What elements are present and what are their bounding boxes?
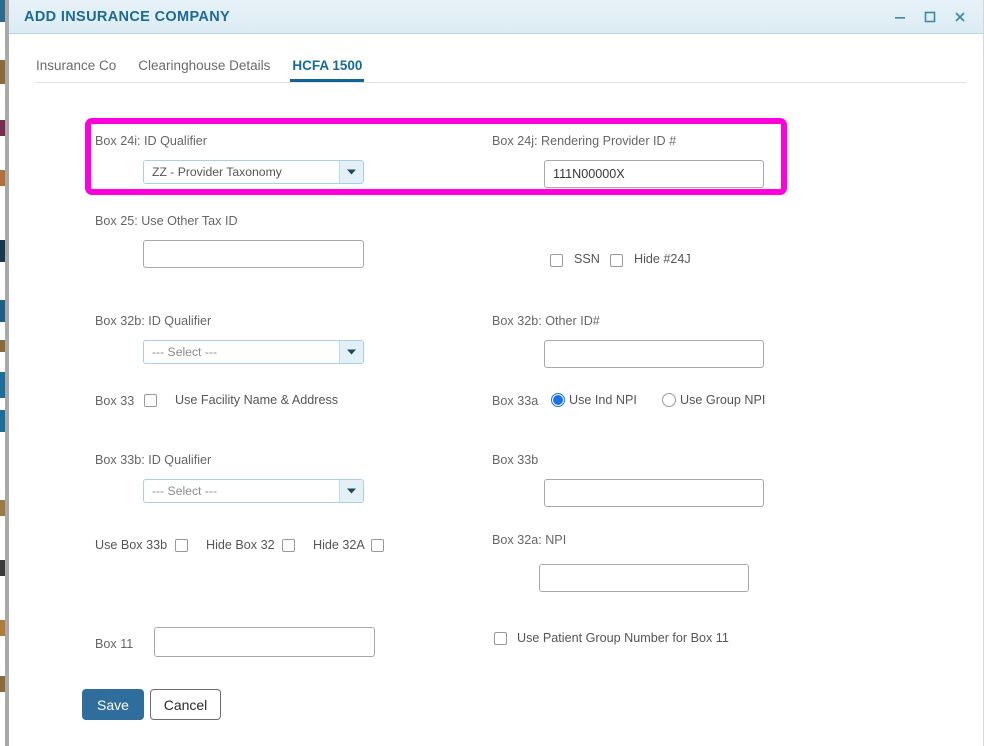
select-box-32b-qualifier[interactable]: --- Select --- bbox=[143, 340, 364, 364]
radio-use-group-npi[interactable] bbox=[662, 393, 676, 407]
label-box-25: Box 25: Use Other Tax ID bbox=[95, 214, 238, 228]
add-insurance-company-dialog: ADD INSURANCE COMPANY Insurance Co Clear… bbox=[9, 0, 984, 746]
label-hide-box-32: Hide Box 32 bbox=[206, 538, 275, 552]
input-box-32b-other-id[interactable] bbox=[544, 340, 764, 368]
select-box-32b-value: --- Select --- bbox=[144, 345, 339, 359]
chevron-down-icon bbox=[339, 480, 363, 502]
checkbox-hide-32a[interactable] bbox=[371, 539, 384, 552]
label-use-patient-group-number: Use Patient Group Number for Box 11 bbox=[517, 631, 729, 645]
tab-bar: Insurance Co Clearinghouse Details HCFA … bbox=[9, 34, 983, 83]
chevron-down-icon bbox=[339, 161, 363, 183]
label-box-33a: Box 33a bbox=[492, 394, 538, 408]
label-ssn: SSN bbox=[574, 252, 600, 266]
label-box-33b: Box 33b bbox=[492, 453, 538, 467]
minimize-icon[interactable] bbox=[885, 2, 915, 32]
checkbox-use-patient-group-number[interactable] bbox=[494, 632, 507, 645]
input-box-11[interactable] bbox=[154, 627, 375, 657]
input-box-24j-rendering-provider-id[interactable] bbox=[544, 160, 764, 188]
title-bar: ADD INSURANCE COMPANY bbox=[9, 0, 983, 34]
select-box-24i-value: ZZ - Provider Taxonomy bbox=[144, 165, 339, 179]
tab-clearinghouse-details[interactable]: Clearinghouse Details bbox=[127, 58, 281, 83]
label-box-24i: Box 24i: ID Qualifier bbox=[95, 134, 207, 148]
label-box-11: Box 11 bbox=[95, 637, 133, 651]
label-hide-24j: Hide #24J bbox=[634, 252, 691, 266]
checkbox-use-facility-name-address[interactable] bbox=[144, 394, 157, 407]
label-use-group-npi[interactable]: Use Group NPI bbox=[680, 393, 765, 407]
select-box-33b-value: --- Select --- bbox=[144, 484, 339, 498]
label-box-24j: Box 24j: Rendering Provider ID # bbox=[492, 134, 676, 148]
maximize-icon[interactable] bbox=[915, 2, 945, 32]
select-box-33b-qualifier[interactable]: --- Select --- bbox=[143, 479, 364, 503]
hcfa-1500-form: Box 24i: ID Qualifier ZZ - Provider Taxo… bbox=[9, 83, 983, 746]
tab-insurance-co[interactable]: Insurance Co bbox=[25, 58, 127, 83]
label-use-facility-name-address: Use Facility Name & Address bbox=[175, 393, 338, 407]
select-box-24i-qualifier[interactable]: ZZ - Provider Taxonomy bbox=[143, 160, 364, 184]
checkbox-use-box-33b[interactable] bbox=[175, 539, 188, 552]
label-box-32a-npi: Box 32a: NPI bbox=[492, 533, 566, 547]
label-box-33b-qualifier: Box 33b: ID Qualifier bbox=[95, 453, 211, 467]
checkbox-hide-24j[interactable] bbox=[610, 254, 623, 267]
cancel-button[interactable]: Cancel bbox=[150, 689, 221, 720]
page-title: ADD INSURANCE COMPANY bbox=[24, 9, 230, 25]
checkbox-hide-box-32[interactable] bbox=[282, 539, 295, 552]
label-use-ind-npi[interactable]: Use Ind NPI bbox=[569, 393, 637, 407]
checkbox-ssn[interactable] bbox=[550, 254, 563, 267]
input-box-32a-npi[interactable] bbox=[539, 564, 749, 592]
label-box-32b-other-id: Box 32b: Other ID# bbox=[492, 314, 600, 328]
label-use-box-33b: Use Box 33b bbox=[95, 538, 167, 552]
chevron-down-icon bbox=[339, 341, 363, 363]
tab-hcfa-1500[interactable]: HCFA 1500 bbox=[281, 58, 373, 83]
radio-use-ind-npi[interactable] bbox=[551, 393, 565, 407]
input-box-25-other-tax-id[interactable] bbox=[143, 240, 364, 268]
label-box-33: Box 33 bbox=[95, 394, 134, 408]
label-box-32b-qualifier: Box 32b: ID Qualifier bbox=[95, 314, 211, 328]
save-button[interactable]: Save bbox=[82, 689, 144, 720]
input-box-33b[interactable] bbox=[544, 479, 764, 507]
window-controls bbox=[885, 0, 975, 33]
close-icon[interactable] bbox=[945, 2, 975, 32]
label-hide-32a: Hide 32A bbox=[313, 538, 365, 552]
